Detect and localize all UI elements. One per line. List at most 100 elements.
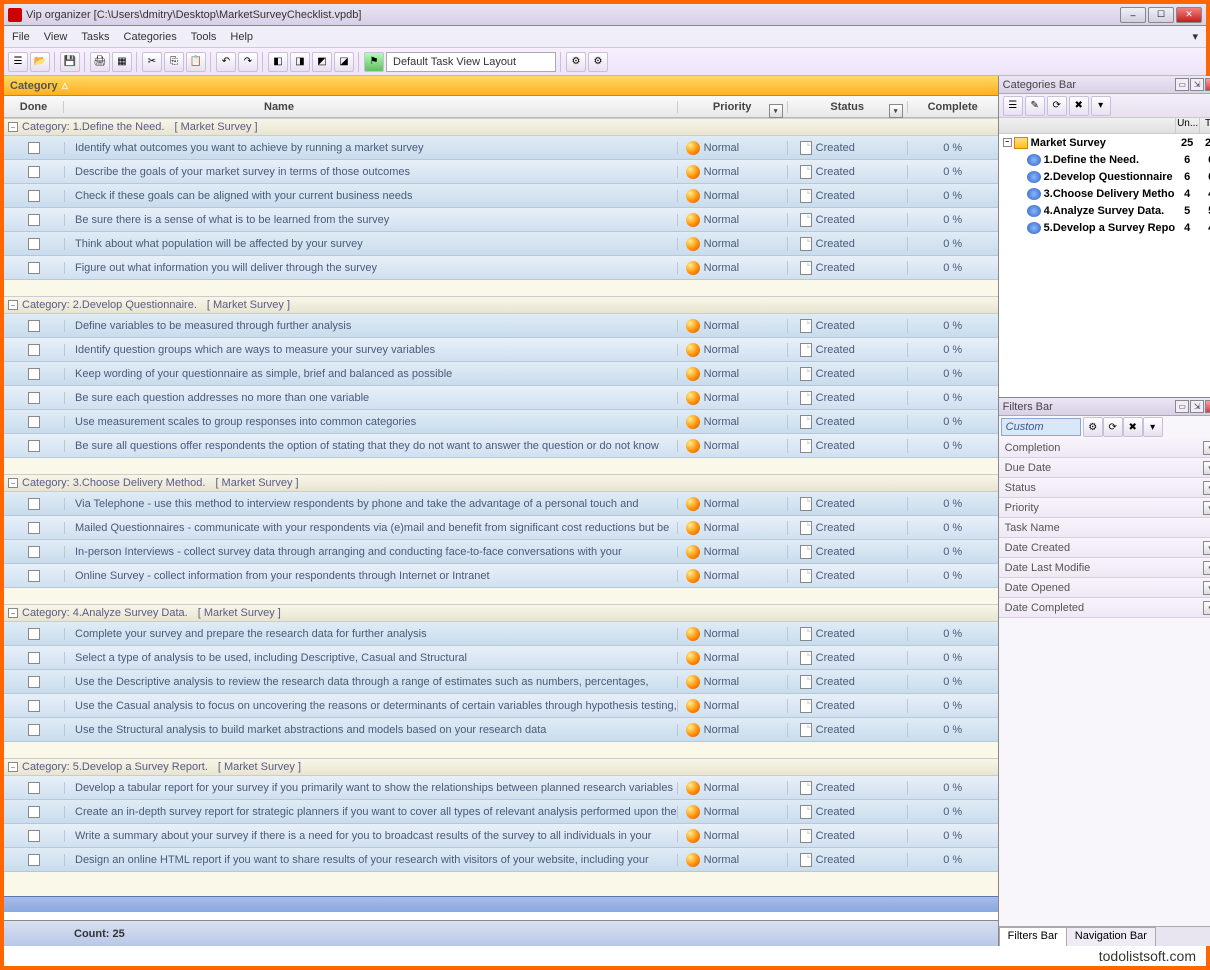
filter-row[interactable]: Date Last Modifie▾ — [999, 558, 1210, 578]
task-row[interactable]: Design an online HTML report if you want… — [4, 848, 998, 872]
filter-tb1-icon[interactable]: ⚙ — [1083, 417, 1103, 437]
status-filter-icon[interactable]: ▾ — [889, 104, 903, 118]
done-checkbox[interactable] — [28, 416, 40, 428]
menu-tasks[interactable]: Tasks — [81, 31, 109, 43]
collapse-icon[interactable]: − — [8, 122, 18, 132]
dropdown-icon[interactable]: ▾ — [1203, 501, 1210, 515]
task-row[interactable]: Use the Casual analysis to focus on unco… — [4, 694, 998, 718]
dropdown-icon[interactable]: ▾ — [1203, 441, 1210, 455]
group-header[interactable]: −Category: 3.Choose Delivery Method.[ Ma… — [4, 474, 998, 492]
dropdown-icon[interactable]: ▾ — [1203, 541, 1210, 555]
task-row[interactable]: Keep wording of your questionnaire as si… — [4, 362, 998, 386]
task-row[interactable]: Be sure each question addresses no more … — [4, 386, 998, 410]
task-row[interactable]: Define variables to be measured through … — [4, 314, 998, 338]
layout-selector[interactable]: Default Task View Layout — [386, 52, 556, 72]
col-priority[interactable]: Priority▾ — [678, 101, 788, 113]
task-row[interactable]: Via Telephone - use this method to inter… — [4, 492, 998, 516]
done-checkbox[interactable] — [28, 652, 40, 664]
dropdown-icon[interactable]: ▾ — [1203, 461, 1210, 475]
menu-file[interactable]: File — [12, 31, 30, 43]
done-checkbox[interactable] — [28, 368, 40, 380]
col-complete[interactable]: Complete — [908, 101, 998, 113]
done-checkbox[interactable] — [28, 262, 40, 274]
done-checkbox[interactable] — [28, 344, 40, 356]
filter-row[interactable]: Completion▾ — [999, 438, 1210, 458]
tree-item[interactable]: 1.Define the Need.66 — [999, 151, 1210, 168]
menu-chevron-icon[interactable]: ▾ — [1192, 30, 1198, 43]
dropdown-icon[interactable]: ▾ — [1203, 561, 1210, 575]
maximize-button[interactable]: ☐ — [1148, 7, 1174, 23]
task-row[interactable]: Check if these goals can be aligned with… — [4, 184, 998, 208]
tb-undo-icon[interactable]: ↶ — [216, 52, 236, 72]
done-checkbox[interactable] — [28, 498, 40, 510]
task-row[interactable]: Identify what outcomes you want to achie… — [4, 136, 998, 160]
tree-item[interactable]: 3.Choose Delivery Metho44 — [999, 185, 1210, 202]
done-checkbox[interactable] — [28, 546, 40, 558]
cat-tb5-icon[interactable]: ▾ — [1091, 96, 1111, 116]
done-checkbox[interactable] — [28, 440, 40, 452]
tb-print-icon[interactable]: 🖨 — [90, 52, 110, 72]
task-row[interactable]: Use the Structural analysis to build mar… — [4, 718, 998, 742]
cat-tb2-icon[interactable]: ✎ — [1025, 96, 1045, 116]
col-done[interactable]: Done — [4, 101, 64, 113]
collapse-icon[interactable]: − — [8, 762, 18, 772]
tb-preview-icon[interactable]: ▦ — [112, 52, 132, 72]
cat-tb3-icon[interactable]: ⟳ — [1047, 96, 1067, 116]
done-checkbox[interactable] — [28, 782, 40, 794]
fpanel-restore-icon[interactable]: ▭ — [1175, 400, 1189, 413]
menu-help[interactable]: Help — [230, 31, 253, 43]
task-row[interactable]: Be sure all questions offer respondents … — [4, 434, 998, 458]
tb-task2-icon[interactable]: ◨ — [290, 52, 310, 72]
done-checkbox[interactable] — [28, 238, 40, 250]
menu-categories[interactable]: Categories — [124, 31, 177, 43]
done-checkbox[interactable] — [28, 190, 40, 202]
col-name[interactable]: Name — [64, 101, 678, 113]
task-row[interactable]: Online Survey - collect information from… — [4, 564, 998, 588]
priority-filter-icon[interactable]: ▾ — [769, 104, 783, 118]
dropdown-icon[interactable]: ▾ — [1203, 581, 1210, 595]
filter-row[interactable]: Priority▾ — [999, 498, 1210, 518]
done-checkbox[interactable] — [28, 142, 40, 154]
filter-tb3-icon[interactable]: ✖ — [1123, 417, 1143, 437]
tree-root[interactable]: − Market Survey 25 25 — [999, 134, 1210, 151]
tb-cut-icon[interactable]: ✂ — [142, 52, 162, 72]
task-row[interactable]: Use the Descriptive analysis to review t… — [4, 670, 998, 694]
tb-task4-icon[interactable]: ◪ — [334, 52, 354, 72]
group-header[interactable]: −Category: 5.Develop a Survey Report.[ M… — [4, 758, 998, 776]
tb-redo-icon[interactable]: ↷ — [238, 52, 258, 72]
done-checkbox[interactable] — [28, 806, 40, 818]
menu-view[interactable]: View — [44, 31, 68, 43]
group-header[interactable]: −Category: 4.Analyze Survey Data.[ Marke… — [4, 604, 998, 622]
task-row[interactable]: Use measurement scales to group response… — [4, 410, 998, 434]
panel-close-icon[interactable]: ✕ — [1205, 78, 1210, 91]
tb-open-icon[interactable]: 📂 — [30, 52, 50, 72]
tb-copy-icon[interactable]: ⎘ — [164, 52, 184, 72]
task-row[interactable]: Identify question groups which are ways … — [4, 338, 998, 362]
group-header[interactable]: −Category: 1.Define the Need.[ Market Su… — [4, 118, 998, 136]
task-row[interactable]: Figure out what information you will del… — [4, 256, 998, 280]
filter-row[interactable]: Status▾ — [999, 478, 1210, 498]
tb-save-icon[interactable]: 💾 — [60, 52, 80, 72]
filter-row[interactable]: Task Name — [999, 518, 1210, 538]
done-checkbox[interactable] — [28, 166, 40, 178]
panel-restore-icon[interactable]: ▭ — [1175, 78, 1189, 91]
task-row[interactable]: Mailed Questionnaires - communicate with… — [4, 516, 998, 540]
done-checkbox[interactable] — [28, 628, 40, 640]
tb-new-icon[interactable]: ☰ — [8, 52, 28, 72]
tb-task1-icon[interactable]: ◧ — [268, 52, 288, 72]
filter-tb4-icon[interactable]: ▾ — [1143, 417, 1163, 437]
fpanel-pin-icon[interactable]: ⇲ — [1190, 400, 1204, 413]
group-header[interactable]: −Category: 2.Develop Questionnaire.[ Mar… — [4, 296, 998, 314]
task-row[interactable]: Describe the goals of your market survey… — [4, 160, 998, 184]
menu-tools[interactable]: Tools — [191, 31, 217, 43]
task-row[interactable]: Be sure there is a sense of what is to b… — [4, 208, 998, 232]
task-row[interactable]: Create an in-depth survey report for str… — [4, 800, 998, 824]
close-button[interactable]: ✕ — [1176, 7, 1202, 23]
dropdown-icon[interactable]: ▾ — [1203, 601, 1210, 615]
filter-row[interactable]: Date Completed▾ — [999, 598, 1210, 618]
tab-filters[interactable]: Filters Bar — [999, 927, 1067, 946]
collapse-icon[interactable]: − — [8, 300, 18, 310]
col-status[interactable]: Status▾ — [788, 101, 908, 113]
tb-flag-icon[interactable]: ⚑ — [364, 52, 384, 72]
tree-item[interactable]: 5.Develop a Survey Repo44 — [999, 219, 1210, 236]
